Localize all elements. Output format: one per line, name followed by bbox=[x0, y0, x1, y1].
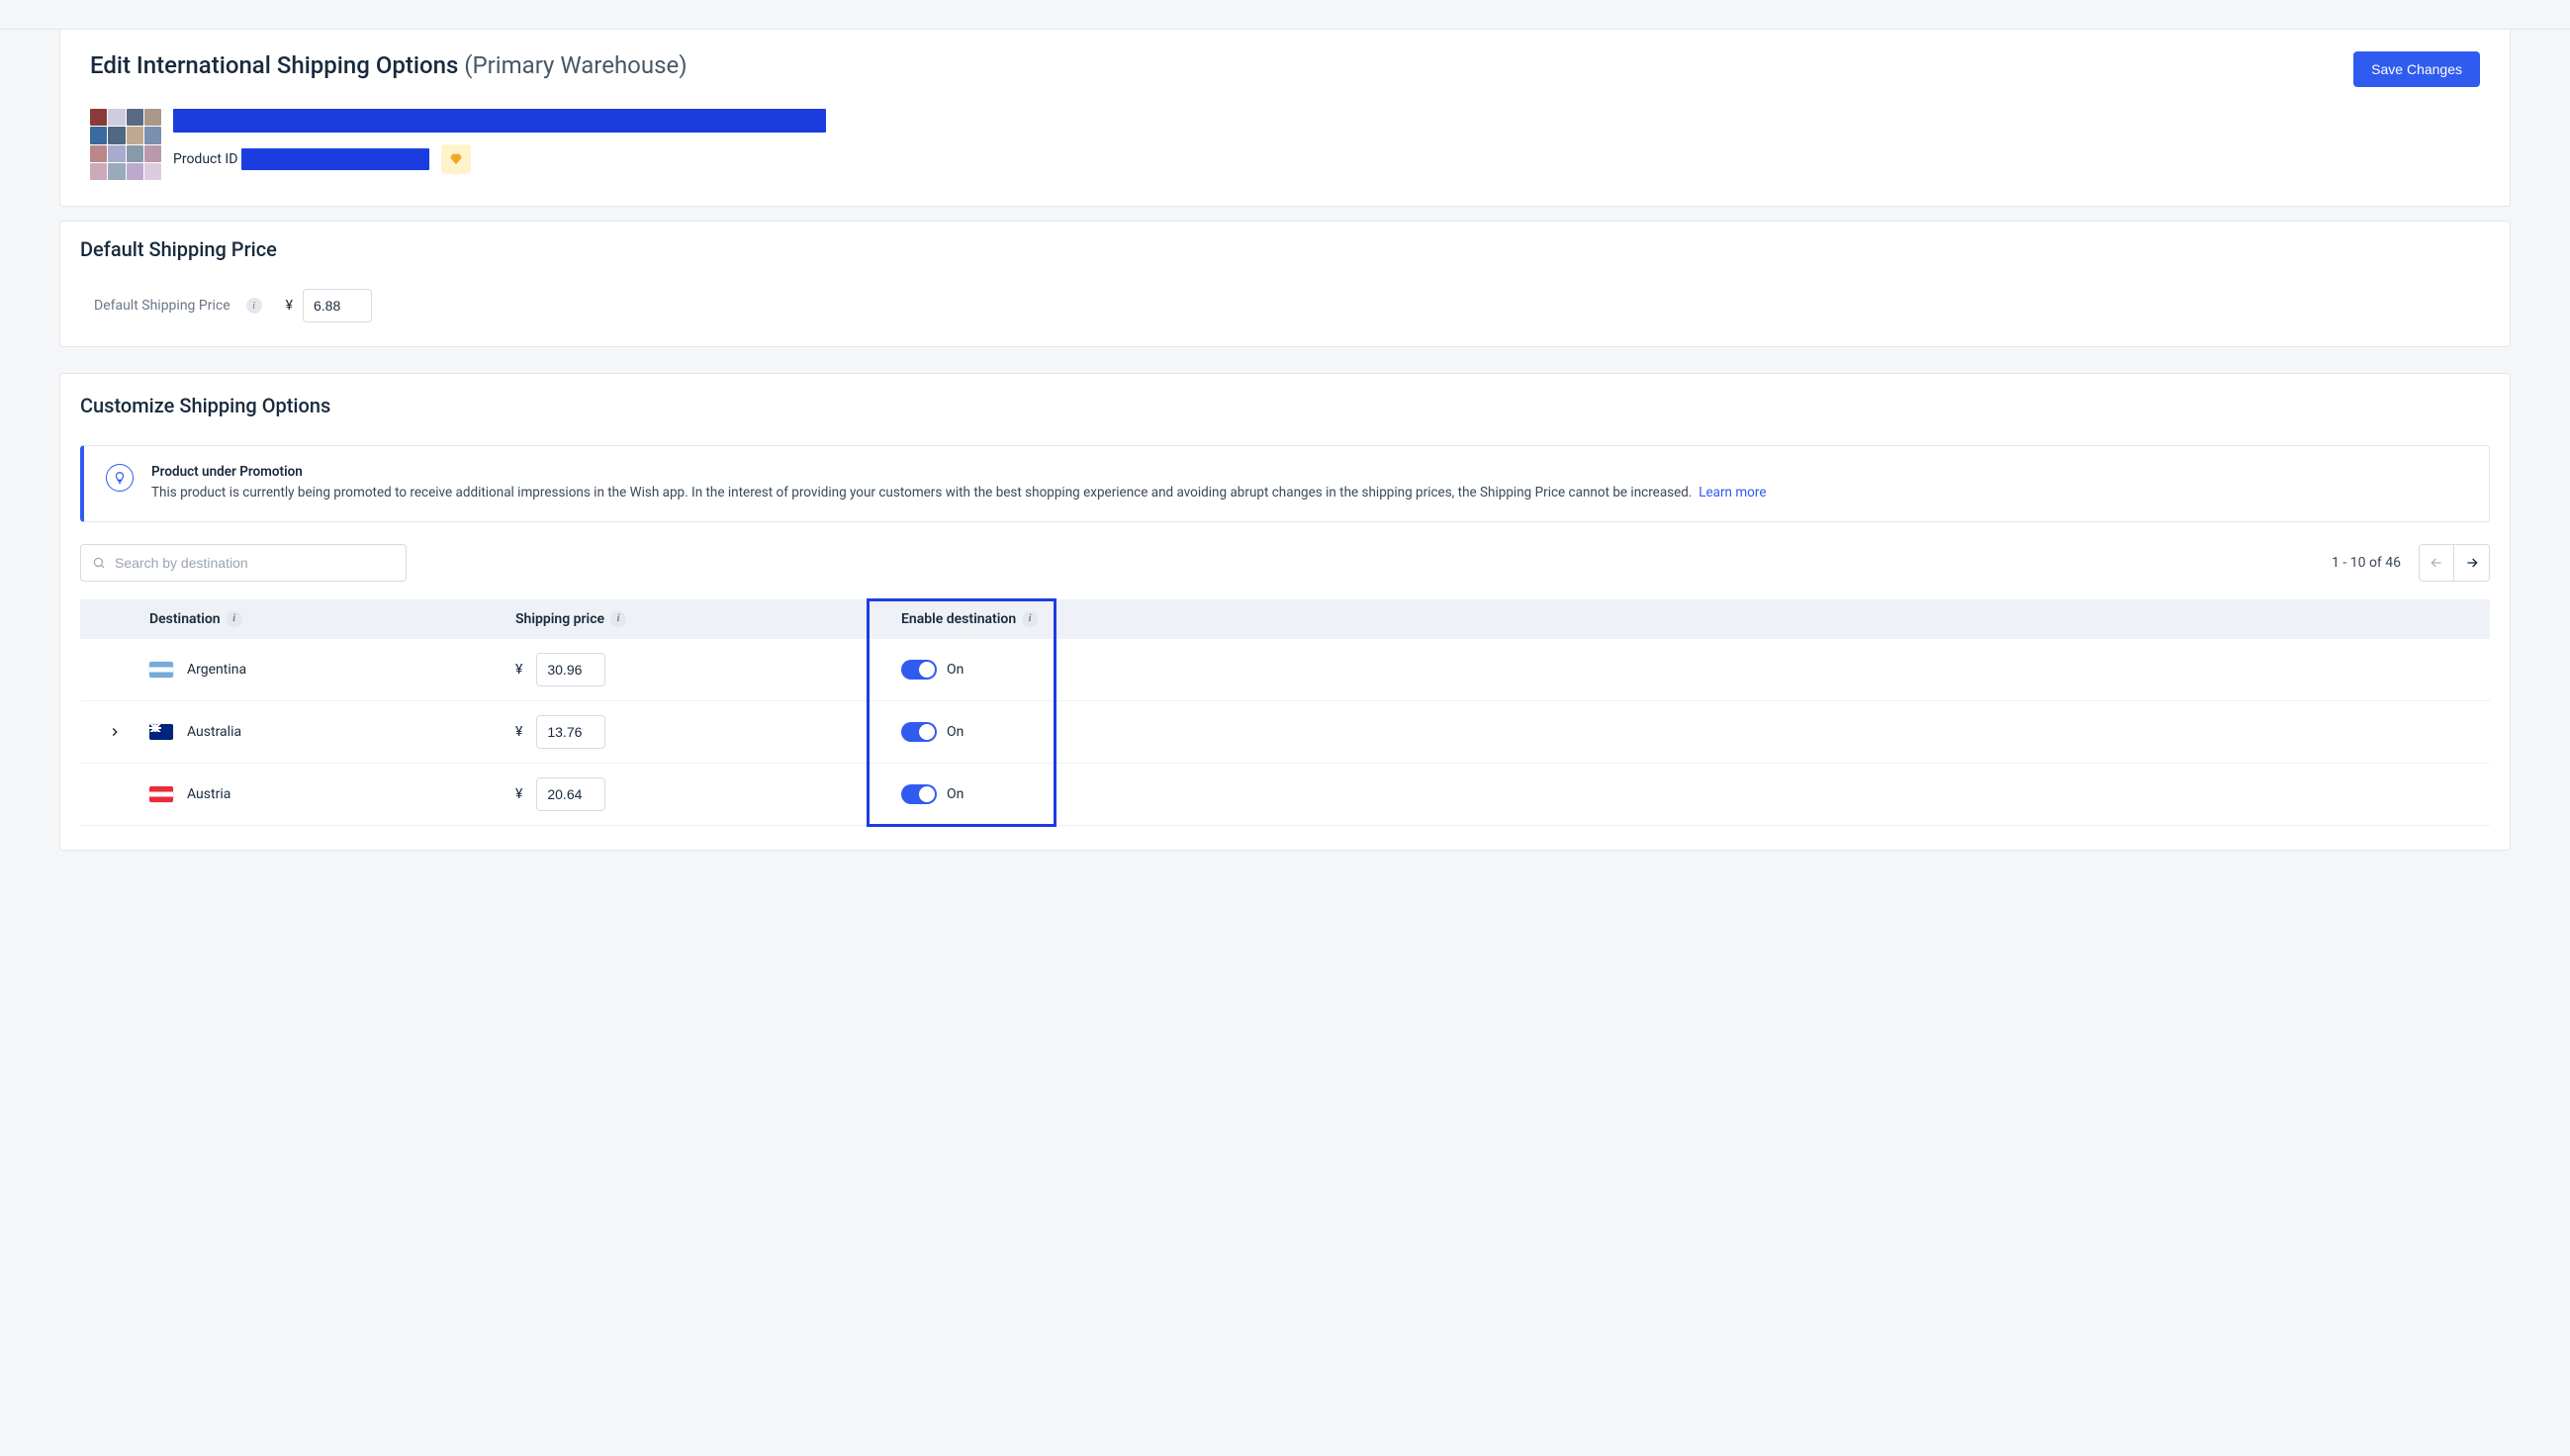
callout-body: This product is currently being promoted… bbox=[151, 484, 1767, 503]
enable-toggle[interactable] bbox=[901, 722, 937, 742]
flag-icon bbox=[149, 786, 173, 802]
default-shipping-input[interactable] bbox=[303, 289, 372, 322]
arrow-left-icon bbox=[2429, 555, 2444, 571]
col-shipping-price: Shipping price bbox=[515, 611, 604, 627]
price-cell: ¥ bbox=[515, 653, 872, 686]
enable-cell: On bbox=[872, 660, 2490, 680]
page-title: Edit International Shipping Options (Pri… bbox=[90, 51, 688, 79]
table-header: Destination i Shipping price i Enable de… bbox=[80, 599, 2490, 639]
destination-cell: Argentina bbox=[149, 662, 515, 678]
flag-icon bbox=[149, 724, 173, 740]
info-icon[interactable]: i bbox=[610, 611, 626, 627]
save-changes-button[interactable]: Save Changes bbox=[2353, 51, 2480, 87]
promotion-callout: Product under Promotion This product is … bbox=[80, 445, 2490, 522]
diamond-badge bbox=[441, 144, 471, 174]
enable-toggle[interactable] bbox=[901, 784, 937, 804]
callout-title: Product under Promotion bbox=[151, 464, 1767, 480]
price-cell: ¥ bbox=[515, 715, 872, 749]
table-row: Australia ¥ On bbox=[80, 701, 2490, 764]
col-enable-destination: Enable destination bbox=[901, 611, 1016, 627]
toggle-label: On bbox=[947, 662, 964, 678]
pager-next-button[interactable] bbox=[2454, 544, 2490, 582]
toggle-label: On bbox=[947, 724, 964, 740]
destination-name: Argentina bbox=[187, 662, 246, 678]
shipping-price-input[interactable] bbox=[536, 653, 605, 686]
page-title-sub: (Primary Warehouse) bbox=[464, 51, 687, 79]
pager-range: 1 - 10 of 46 bbox=[2332, 555, 2401, 571]
table-row: Argentina ¥ On bbox=[80, 639, 2490, 701]
search-icon bbox=[92, 556, 106, 570]
info-icon[interactable]: i bbox=[1022, 611, 1038, 627]
table-row: Austria ¥ On bbox=[80, 764, 2490, 826]
pager-prev-button[interactable] bbox=[2419, 544, 2454, 582]
default-shipping-label: Default Shipping Price bbox=[94, 298, 230, 314]
customize-shipping-title: Customize Shipping Options bbox=[80, 394, 2490, 417]
destination-cell: Austria bbox=[149, 786, 515, 802]
diamond-icon bbox=[449, 152, 463, 166]
product-id-label: Product ID bbox=[173, 151, 237, 167]
destination-name: Austria bbox=[187, 786, 230, 802]
destination-name: Australia bbox=[187, 724, 241, 740]
destinations-table: Destination i Shipping price i Enable de… bbox=[80, 599, 2490, 826]
top-strip bbox=[0, 0, 2570, 30]
product-id-redacted bbox=[241, 148, 429, 170]
info-icon[interactable]: i bbox=[246, 298, 262, 314]
currency-symbol: ¥ bbox=[515, 724, 522, 740]
currency-symbol: ¥ bbox=[515, 662, 522, 678]
toggle-label: On bbox=[947, 786, 964, 802]
arrow-right-icon bbox=[2464, 555, 2480, 571]
currency-symbol: ¥ bbox=[286, 298, 293, 314]
destination-search-input[interactable] bbox=[80, 544, 407, 582]
header-card: Edit International Shipping Options (Pri… bbox=[59, 30, 2511, 207]
pager: 1 - 10 of 46 bbox=[2332, 544, 2490, 582]
default-shipping-card: Default Shipping Price Default Shipping … bbox=[59, 221, 2511, 347]
info-icon[interactable]: i bbox=[227, 611, 242, 627]
currency-symbol: ¥ bbox=[515, 786, 522, 802]
flag-icon bbox=[149, 662, 173, 678]
enable-cell: On bbox=[872, 784, 2490, 804]
learn-more-link[interactable]: Learn more bbox=[1698, 485, 1766, 500]
col-destination: Destination bbox=[149, 611, 221, 627]
destination-cell: Australia bbox=[149, 724, 515, 740]
callout-body-text: This product is currently being promoted… bbox=[151, 485, 1692, 500]
customize-shipping-card: Customize Shipping Options Product under… bbox=[59, 373, 2511, 851]
product-name-redacted bbox=[173, 109, 826, 133]
enable-cell: On bbox=[872, 722, 2490, 742]
default-shipping-title: Default Shipping Price bbox=[80, 237, 2490, 261]
page-title-main: Edit International Shipping Options bbox=[90, 51, 458, 79]
shipping-price-input[interactable] bbox=[536, 777, 605, 811]
product-thumbnail-grid bbox=[90, 109, 161, 180]
price-cell: ¥ bbox=[515, 777, 872, 811]
chevron-right-icon[interactable] bbox=[108, 725, 122, 739]
lightbulb-icon bbox=[106, 464, 134, 492]
shipping-price-input[interactable] bbox=[536, 715, 605, 749]
enable-toggle[interactable] bbox=[901, 660, 937, 680]
